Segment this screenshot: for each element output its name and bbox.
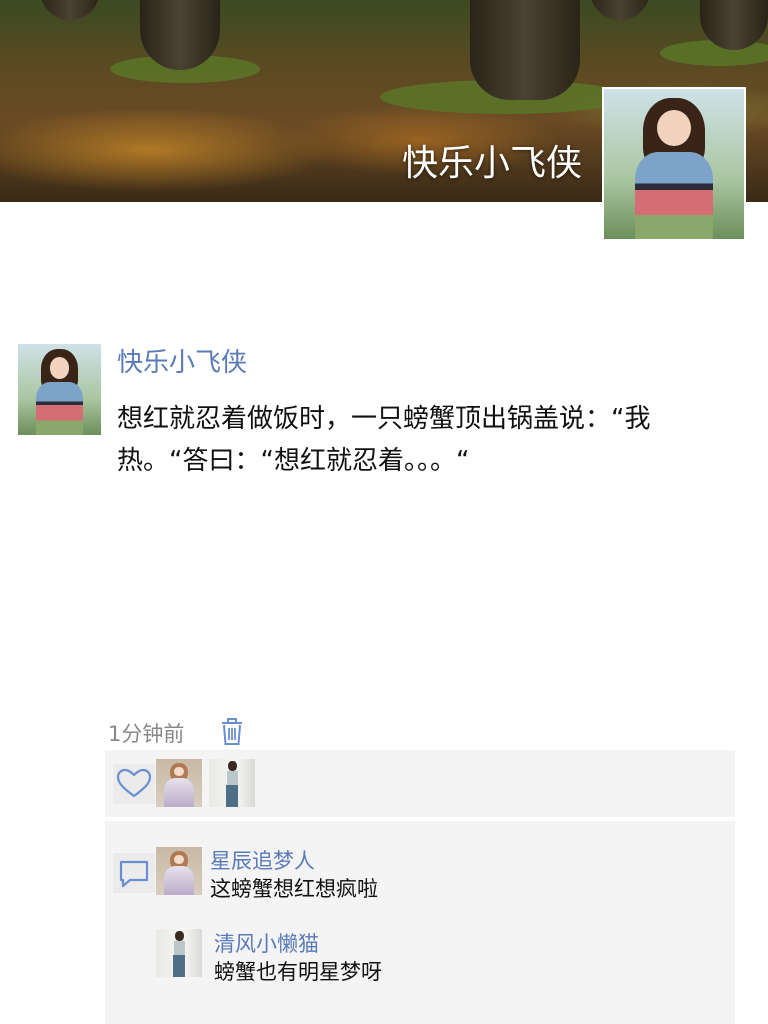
cover-tree-trunk bbox=[470, 0, 580, 100]
avatar-face bbox=[174, 766, 184, 777]
comment-icon[interactable] bbox=[113, 853, 155, 893]
avatar-gown bbox=[164, 866, 194, 895]
avatar-face bbox=[657, 110, 691, 146]
cover-user-name: 快乐小飞侠 bbox=[401, 143, 582, 184]
comment-text: 螃蟹也有明星梦呀 bbox=[214, 960, 382, 984]
liker-avatar[interactable] bbox=[156, 759, 202, 807]
cover-tree-trunk bbox=[590, 0, 650, 20]
post-author-name[interactable]: 快乐小飞侠 bbox=[117, 342, 247, 379]
comment-author-avatar[interactable] bbox=[156, 847, 202, 895]
avatar-top bbox=[174, 940, 185, 955]
comment-author-avatar[interactable] bbox=[156, 929, 202, 977]
comment-author-name[interactable]: 星辰追梦人 bbox=[210, 845, 315, 875]
avatar-top bbox=[227, 770, 238, 785]
avatar-jeans bbox=[173, 954, 186, 977]
avatar-face bbox=[174, 854, 184, 865]
avatar-face bbox=[49, 356, 70, 379]
post-author-avatar[interactable] bbox=[18, 344, 101, 435]
profile-avatar[interactable] bbox=[602, 87, 746, 241]
post-timestamp: 1分钟前 bbox=[108, 722, 185, 746]
comment-text: 这螃蟹想红想疯啦 bbox=[210, 877, 378, 901]
post-text: 想红就忍着做饭时，一只螃蟹顶出锅盖说：“我热。“答曰：“想红就忍着。。。“ bbox=[117, 404, 651, 476]
liker-avatar[interactable] bbox=[209, 759, 255, 807]
heart-icon[interactable] bbox=[113, 764, 155, 804]
avatar-dress bbox=[634, 152, 714, 239]
comment-author-name[interactable]: 清风小懒猫 bbox=[214, 928, 319, 958]
avatar-jeans bbox=[226, 784, 239, 807]
cover-tree-trunk bbox=[40, 0, 100, 20]
trash-icon[interactable] bbox=[218, 716, 246, 746]
avatar-dress bbox=[36, 382, 83, 435]
avatar-gown bbox=[164, 778, 194, 807]
